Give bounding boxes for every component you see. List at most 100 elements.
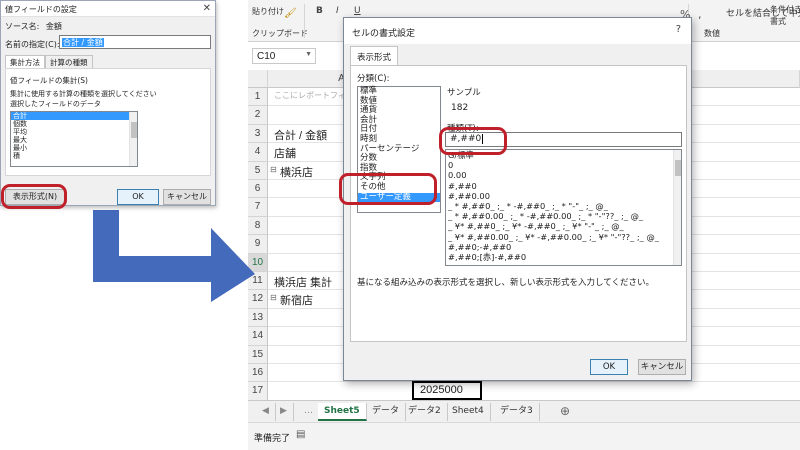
function-list[interactable]: 合計 個数 平均 最大 最小 積: [10, 111, 138, 167]
row-header[interactable]: 17: [248, 382, 268, 401]
sample-label: サンプル: [447, 88, 481, 98]
source-name-row: ソース名: 金額: [5, 21, 62, 32]
clipboard-group-label: クリップボード: [252, 29, 308, 38]
format-cells-dialog: セルの書式設定 ? 表示形式 分類(C): 標準 数値 通貨 会計 日付 時刻 パーセンテー…: [339, 17, 692, 381]
format-code-item[interactable]: 0.00: [446, 170, 681, 180]
source-name-label: ソース名:: [5, 22, 40, 31]
number-format-button[interactable]: 表示形式(N): [5, 189, 65, 205]
sheet-tab-data2[interactable]: データ2: [402, 403, 448, 421]
cell-a5[interactable]: 横浜店: [280, 164, 313, 180]
format-code-item[interactable]: #,##0.00: [446, 191, 681, 201]
type-input[interactable]: #,##0: [445, 132, 682, 147]
row-header[interactable]: 4: [248, 143, 268, 162]
category-item[interactable]: ユーザー定義: [358, 192, 440, 203]
format-code-item[interactable]: #,##0;-#,##0: [446, 242, 681, 252]
next-sheet-icon[interactable]: ▶: [274, 403, 294, 421]
format-code-item[interactable]: _ ¥* #,##0_ ;_ ¥* -#,##0_ ;_ ¥* "-"_ ;_ …: [446, 221, 681, 231]
comma-button[interactable]: ,: [698, 8, 702, 21]
cell-a3[interactable]: 合計 / 金額: [274, 127, 327, 143]
dialog-title-bar: セルの書式設定 ?: [344, 18, 691, 44]
cancel-button[interactable]: キャンセル: [638, 359, 686, 375]
help-text: 基になる組み込みの表示形式を選択し、新しい表示形式を入力してください。: [357, 278, 654, 288]
cell-a12[interactable]: 新宿店: [280, 292, 313, 308]
list-item[interactable]: 個数: [11, 120, 137, 128]
row-header[interactable]: 13: [248, 308, 268, 328]
number-panel: 分類(C): 標準 数値 通貨 会計 日付 時刻 パーセンテージ 分数 指数 文字列 その他 ユーザー…: [339, 65, 687, 342]
status-text: 準備完了: [254, 434, 291, 444]
collapse-icon[interactable]: ⊟: [270, 293, 277, 302]
name-box-value: C10: [257, 51, 276, 62]
description-2: 選択したフィールドのデータ: [10, 100, 101, 108]
tab-number[interactable]: 表示形式: [350, 46, 399, 66]
row-header[interactable]: 5: [248, 161, 268, 180]
scrollbar[interactable]: [129, 112, 137, 166]
value-field-settings-dialog: 値フィールドの設定 ✕ ソース名: 金額 名前の指定(C): 合計 / 金額 集…: [0, 0, 216, 209]
category-label: 分類(C):: [357, 74, 390, 84]
format-painter-icon[interactable]: 🖌: [284, 8, 297, 19]
format-code-item[interactable]: _ ¥* #,##0.00_ ;_ ¥* -#,##0.00_ ;_ ¥* "-…: [446, 232, 681, 242]
number-group-label: 数値: [704, 29, 720, 38]
chevron-down-icon[interactable]: ▼: [305, 51, 312, 58]
underline-button[interactable]: U: [354, 6, 361, 16]
prev-sheet-icon[interactable]: ◀: [256, 403, 276, 421]
paste-button[interactable]: 貼り付け: [252, 6, 284, 17]
add-sheet-icon[interactable]: ⊕: [554, 403, 576, 421]
list-item[interactable]: 積: [11, 152, 137, 160]
macro-record-icon[interactable]: ▤: [296, 429, 305, 440]
format-code-item[interactable]: _ * #,##0_ ;_ * -#,##0_ ;_ * "-"_ ;_ @_: [446, 201, 681, 211]
status-bar: 準備完了 ▤: [248, 422, 800, 450]
sheet-tab-sheet5[interactable]: Sheet5: [318, 403, 367, 421]
row-header[interactable]: 3: [248, 124, 268, 144]
scrollbar[interactable]: [673, 150, 681, 265]
dialog-title-bar: 値フィールドの設定 ✕: [1, 1, 215, 17]
row-header[interactable]: 6: [248, 180, 268, 199]
sample-value: 182: [451, 103, 469, 113]
sheet-tab-sheet4[interactable]: Sheet4: [446, 403, 491, 421]
list-item[interactable]: 合計: [11, 112, 137, 120]
format-code-item[interactable]: #,##0: [446, 181, 681, 191]
collapse-icon[interactable]: ⊟: [270, 165, 277, 174]
conditional-format-button[interactable]: 条件付き: [770, 4, 800, 15]
select-all-corner[interactable]: [248, 70, 268, 88]
name-field-value: 合計 / 金額: [62, 38, 104, 47]
format-code-item[interactable]: #,##0;[赤]-#,##0: [446, 252, 681, 262]
row-header[interactable]: 16: [248, 364, 268, 383]
list-item[interactable]: 最小: [11, 144, 137, 152]
list-item[interactable]: 平均: [11, 128, 137, 136]
list-item[interactable]: 最大: [11, 136, 137, 144]
more-sheets-icon[interactable]: …: [298, 403, 320, 421]
help-icon[interactable]: ?: [676, 24, 681, 35]
format-code-item[interactable]: G/標準: [446, 150, 681, 160]
close-icon[interactable]: ✕: [203, 3, 211, 14]
conditional-format-label2: 書式: [770, 17, 786, 26]
row-header[interactable]: 1: [248, 88, 268, 107]
total-value-cell[interactable]: 2025000: [412, 381, 482, 400]
dialog-title: セルの書式設定: [352, 29, 416, 39]
row-header[interactable]: 2: [248, 106, 268, 125]
format-code-item[interactable]: _ * #,##0.00_ ;_ * -#,##0.00_ ;_ * "-"??…: [446, 211, 681, 221]
name-box[interactable]: C10 ▼: [252, 48, 316, 64]
bold-button[interactable]: B: [316, 6, 323, 16]
cell-a11[interactable]: 横浜店 集計: [274, 274, 332, 290]
description-1: 集計に使用する計算の種類を選択してください: [10, 90, 157, 98]
type-input-value: #,##0: [450, 134, 482, 144]
group-label: 値フィールドの集計(S): [10, 76, 88, 85]
row-header[interactable]: 14: [248, 327, 268, 346]
row-header[interactable]: 15: [248, 345, 268, 364]
cancel-button[interactable]: キャンセル: [163, 189, 211, 205]
format-code-item[interactable]: 0: [446, 160, 681, 170]
dialog-title: 値フィールドの設定: [5, 5, 77, 14]
ok-button[interactable]: OK: [117, 189, 159, 205]
tab-show-values-as[interactable]: 計算の種類: [45, 55, 93, 68]
tab-summarize-by[interactable]: 集計方法: [5, 55, 45, 68]
name-field[interactable]: 合計 / 金額: [59, 35, 211, 49]
category-list[interactable]: 標準 数値 通貨 会計 日付 時刻 パーセンテージ 分数 指数 文字列 その他 ユーザー定義: [357, 86, 441, 213]
format-code-list[interactable]: G/標準 0 0.00 #,##0 #,##0.00 _ * #,##0_ ;_ * -#…: [445, 149, 682, 266]
cell-a4[interactable]: 店舗: [274, 145, 296, 161]
transition-arrow-icon: [93, 210, 255, 302]
sheet-tab-data3[interactable]: データ3: [494, 403, 540, 421]
sheet-tab-data[interactable]: データ: [366, 403, 407, 421]
italic-button[interactable]: I: [336, 6, 339, 16]
ok-button[interactable]: OK: [590, 359, 628, 375]
source-name-value: 金額: [45, 22, 62, 31]
